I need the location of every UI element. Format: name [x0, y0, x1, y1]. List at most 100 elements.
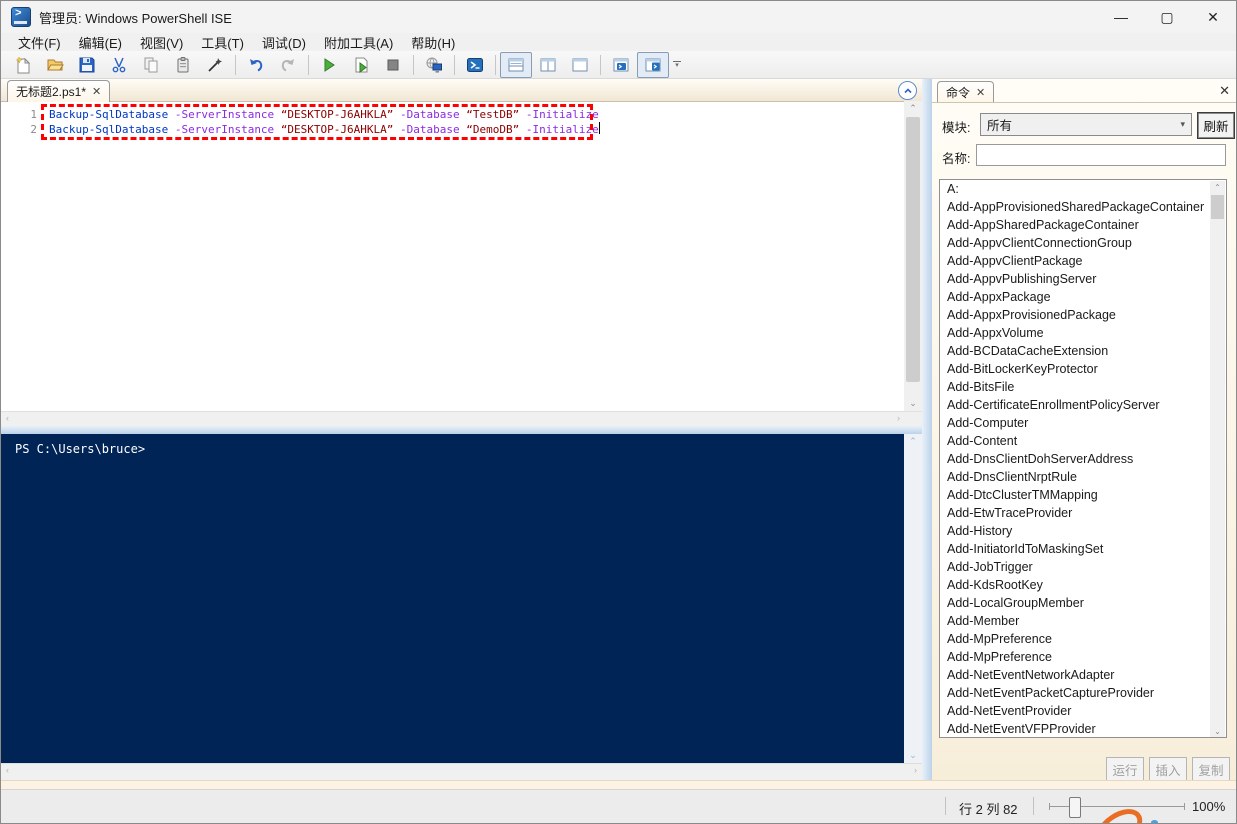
command-list-item[interactable]: Add-AppvClientConnectionGroup	[940, 234, 1226, 252]
command-list-item[interactable]: Add-NetEventVFPProvider	[940, 720, 1226, 737]
run-selection-icon	[355, 57, 368, 73]
list-scrollbar-thumb[interactable]	[1211, 195, 1224, 219]
copy-command-button[interactable]: 复制	[1192, 757, 1230, 781]
console-prompt: PS C:\Users\bruce>	[15, 442, 146, 456]
editor-console-splitter[interactable]	[1, 426, 922, 434]
command-list-item[interactable]: Add-AppSharedPackageContainer	[940, 216, 1226, 234]
commands-tab-close-icon[interactable]: ✕	[976, 86, 985, 99]
paste-button[interactable]	[167, 52, 199, 78]
commands-tab[interactable]: 命令 ✕	[937, 81, 995, 103]
maximize-button[interactable]: ▢	[1144, 1, 1190, 33]
command-list-item[interactable]: Add-History	[940, 522, 1226, 540]
refresh-button[interactable]: 刷新	[1197, 112, 1235, 139]
command-list-item[interactable]: Add-DtcClusterTMMapping	[940, 486, 1226, 504]
scroll-up-icon[interactable]: ⌃	[1210, 183, 1225, 192]
command-list-item[interactable]: Add-BitLockerKeyProtector	[940, 360, 1226, 378]
menu-item[interactable]: 文件(F)	[9, 32, 70, 53]
menu-item[interactable]: 视图(V)	[131, 32, 192, 53]
scroll-down-icon[interactable]: ⌄	[904, 398, 922, 409]
command-list-item[interactable]: Add-AppxProvisionedPackage	[940, 306, 1226, 324]
copy-button[interactable]	[135, 52, 167, 78]
scroll-down-icon[interactable]: ⌄	[904, 750, 922, 761]
undo-button[interactable]	[240, 52, 272, 78]
command-list-item[interactable]: A:	[940, 180, 1226, 198]
script-pane-right-toggle-button[interactable]	[637, 51, 669, 78]
command-list-item[interactable]: Add-AppxPackage	[940, 288, 1226, 306]
menu-item[interactable]: 附加工具(A)	[315, 32, 402, 53]
command-list[interactable]: A: Add-AppProvisionedSharedPackageContain…	[939, 179, 1227, 738]
command-list-item[interactable]: Add-DnsClientDohServerAddress	[940, 450, 1226, 468]
menu-item[interactable]: 工具(T)	[192, 32, 253, 53]
command-list-item[interactable]: Add-BCDataCacheExtension	[940, 342, 1226, 360]
paste-icon	[177, 56, 189, 72]
menu-item[interactable]: 调试(D)	[253, 32, 315, 53]
scroll-right-icon[interactable]: ›	[914, 765, 917, 775]
collapse-script-pane-button[interactable]	[898, 81, 917, 100]
show-script-pane-top-button[interactable]	[500, 51, 532, 78]
command-list-item[interactable]: Add-InitiatorIdToMaskingSet	[940, 540, 1226, 558]
command-list-item[interactable]: Add-EtwTraceProvider	[940, 504, 1226, 522]
stop-button[interactable]	[377, 52, 409, 78]
command-list-item[interactable]: Add-Computer	[940, 414, 1226, 432]
editor-scrollbar-thumb[interactable]	[906, 117, 920, 382]
command-list-item[interactable]: Add-LocalGroupMember	[940, 594, 1226, 612]
save-button[interactable]	[71, 52, 103, 78]
command-list-item[interactable]: Add-NetEventPacketCaptureProvider	[940, 684, 1226, 702]
command-list-item[interactable]: Add-Member	[940, 612, 1226, 630]
insert-command-button[interactable]: 插入	[1149, 757, 1187, 781]
minimize-button[interactable]: —	[1098, 1, 1144, 33]
console-vertical-scrollbar[interactable]: ⌃ ⌄	[904, 434, 922, 763]
command-list-item[interactable]: Add-JobTrigger	[940, 558, 1226, 576]
name-label: 名称:	[942, 152, 971, 166]
command-list-item[interactable]: Add-AppxVolume	[940, 324, 1226, 342]
cut-button[interactable]	[103, 52, 135, 78]
script-tab-close-icon[interactable]: ✕	[92, 85, 101, 98]
script-editor[interactable]: 1 Backup-SqlDatabase -ServerInstance “DES…	[1, 101, 904, 412]
new-remote-powershell-tab-button[interactable]	[418, 52, 450, 78]
run-script-button[interactable]	[313, 52, 345, 78]
command-list-item[interactable]: Add-NetEventNetworkAdapter	[940, 666, 1226, 684]
editor-horizontal-scrollbar[interactable]: ‹ ›	[1, 411, 922, 427]
toolbar-overflow-button[interactable]: ▾	[673, 60, 681, 69]
start-powershell-button[interactable]	[459, 52, 491, 78]
show-script-pane-maximized-button[interactable]	[564, 52, 596, 78]
scroll-down-icon[interactable]: ⌄	[1210, 727, 1225, 736]
redo-button[interactable]	[272, 52, 304, 78]
command-list-item[interactable]: Add-NetEventProvider	[940, 702, 1226, 720]
command-list-item[interactable]: Add-AppvClientPackage	[940, 252, 1226, 270]
command-list-item[interactable]: Add-CertificateEnrollmentPolicyServer	[940, 396, 1226, 414]
list-vertical-scrollbar[interactable]: ⌃ ⌄	[1210, 181, 1225, 737]
command-list-item[interactable]: Add-AppvPublishingServer	[940, 270, 1226, 288]
console-pane[interactable]: PS C:\Users\bruce>	[1, 434, 904, 763]
new-script-button[interactable]	[7, 52, 39, 78]
command-list-item[interactable]: Add-KdsRootKey	[940, 576, 1226, 594]
editor-vertical-scrollbar[interactable]: ⌃ ⌄	[904, 101, 922, 411]
scroll-right-icon[interactable]: ›	[897, 413, 900, 423]
scroll-up-icon[interactable]: ⌃	[904, 436, 922, 447]
command-list-item[interactable]: Add-DnsClientNrptRule	[940, 468, 1226, 486]
command-list-item[interactable]: Add-MpPreference	[940, 648, 1226, 666]
command-list-item[interactable]: Add-AppProvisionedSharedPackageContainer	[940, 198, 1226, 216]
module-dropdown[interactable]: 所有 ▾	[980, 113, 1192, 136]
run-command-button[interactable]: 运行	[1106, 757, 1144, 781]
run-selection-button[interactable]	[345, 52, 377, 78]
console-horizontal-scrollbar[interactable]: ‹ ›	[1, 763, 922, 781]
panel-splitter[interactable]	[922, 79, 932, 780]
command-list-item[interactable]: Add-Content	[940, 432, 1226, 450]
command-list-item[interactable]: Add-BitsFile	[940, 378, 1226, 396]
scroll-left-icon[interactable]: ‹	[6, 765, 9, 775]
menu-item[interactable]: 帮助(H)	[402, 32, 464, 53]
menu-item[interactable]: 编辑(E)	[70, 32, 131, 53]
scroll-left-icon[interactable]: ‹	[6, 413, 9, 423]
open-script-button[interactable]	[39, 52, 71, 78]
close-button[interactable]: ✕	[1190, 1, 1236, 33]
panel-close-icon[interactable]: ✕	[1219, 83, 1230, 99]
clear-console-button[interactable]	[199, 52, 231, 78]
script-pane-toggle-button[interactable]	[605, 52, 637, 78]
scroll-up-icon[interactable]: ⌃	[904, 103, 922, 114]
name-input[interactable]	[976, 144, 1226, 166]
zoom-slider-thumb[interactable]	[1069, 797, 1081, 818]
command-list-item[interactable]: Add-MpPreference	[940, 630, 1226, 648]
script-tab[interactable]: 无标题2.ps1* ✕	[7, 80, 111, 102]
show-script-pane-right-button[interactable]	[532, 52, 564, 78]
